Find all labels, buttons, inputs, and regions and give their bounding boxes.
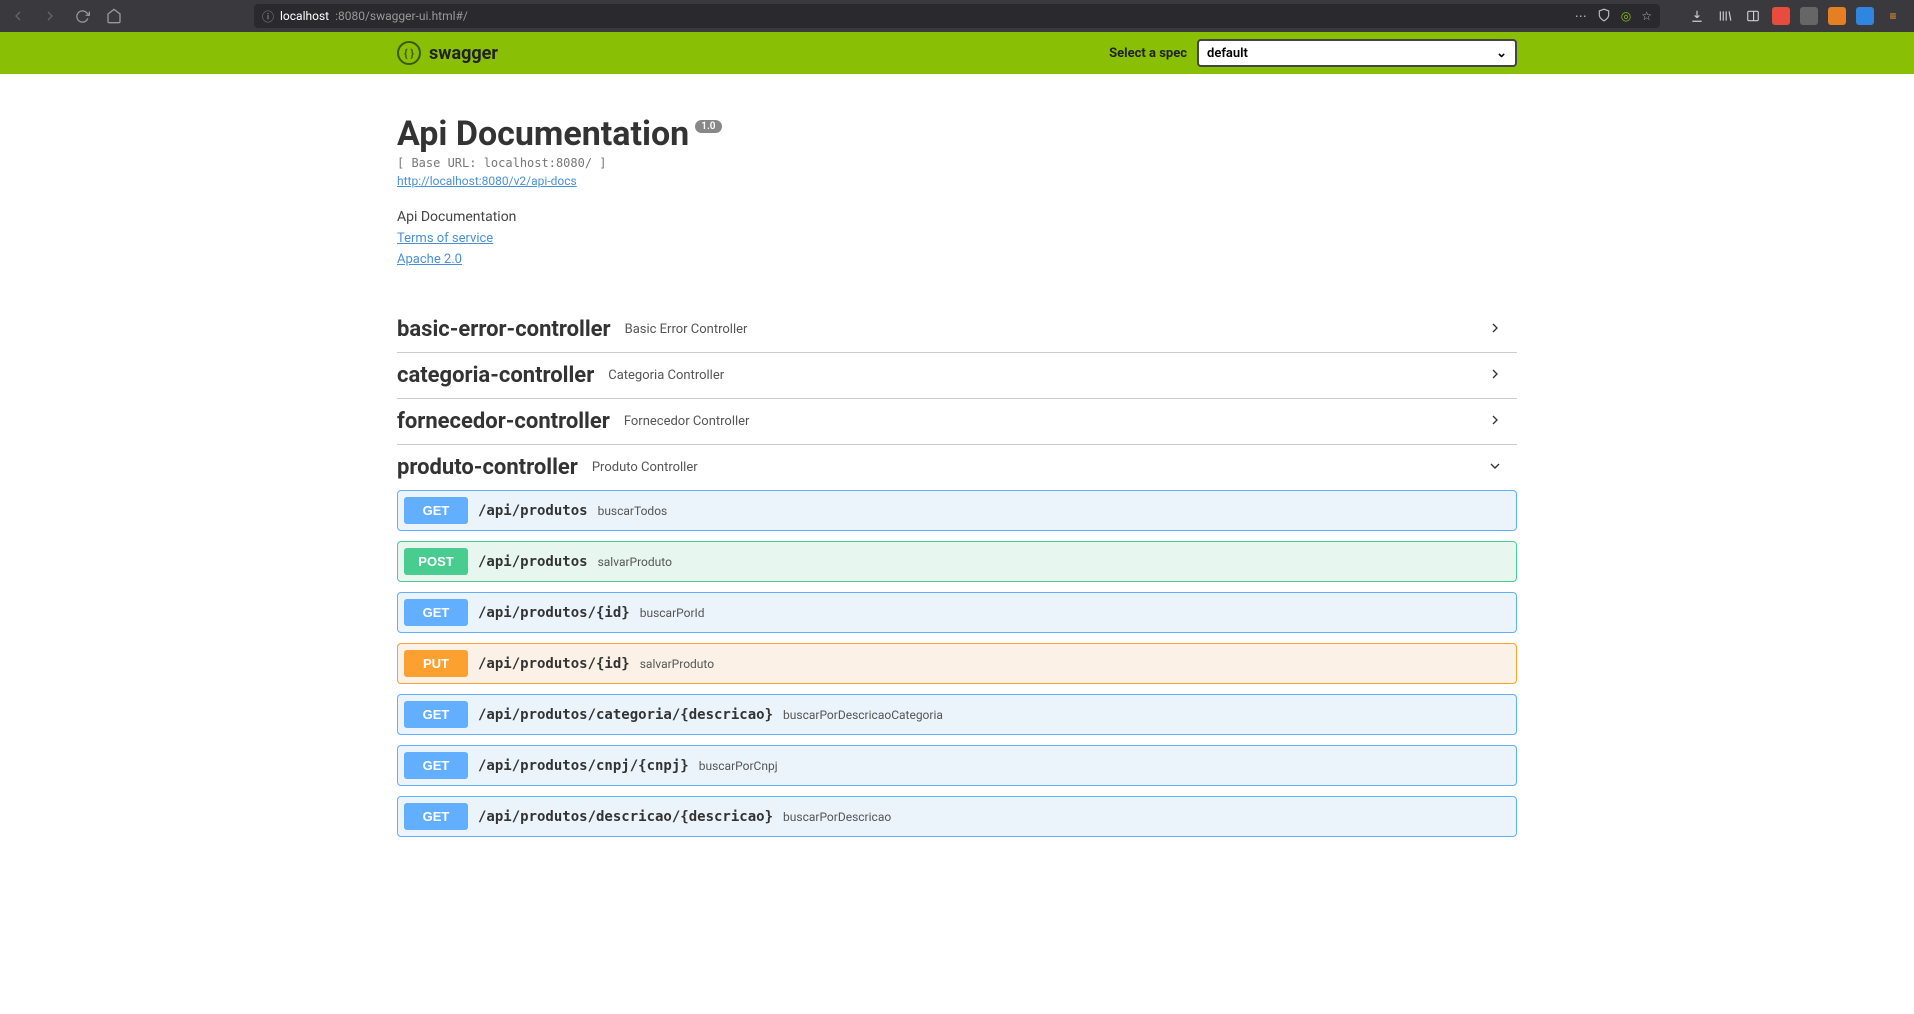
controller-name: fornecedor-controller [397, 409, 610, 434]
downloads-icon[interactable] [1688, 7, 1706, 25]
controller-section: basic-error-controller Basic Error Contro… [397, 307, 1517, 353]
reload-button[interactable] [70, 4, 94, 28]
operation-summary: buscarPorCnpj [699, 759, 778, 773]
swagger-logo[interactable]: { } swagger [397, 41, 498, 65]
shield-icon[interactable] [1597, 8, 1611, 25]
http-method-badge: GET [404, 803, 468, 830]
swagger-logo-icon: { } [397, 41, 421, 65]
controller-list: basic-error-controller Basic Error Contro… [397, 307, 1517, 847]
operation-summary: buscarPorId [640, 606, 705, 620]
ext-icon-4[interactable] [1856, 7, 1874, 25]
http-method-badge: POST [404, 548, 468, 575]
endpoint-path: /api/produtos/{id} [478, 656, 630, 672]
forward-button[interactable] [38, 4, 62, 28]
license-link[interactable]: Apache 2.0 [397, 252, 1517, 267]
controller-section: produto-controllerProduto ControllerGET/… [397, 445, 1517, 847]
controller-header[interactable]: categoria-controller Categoria Controller [397, 363, 1517, 388]
http-method-badge: GET [404, 497, 468, 524]
site-info-icon[interactable]: ⓘ [262, 8, 274, 25]
url-bar[interactable]: ⓘ localhost :8080/swagger-ui.html#/ ⋯ ◎ ☆ [254, 4, 1660, 28]
tos-link[interactable]: Terms of service [397, 231, 1517, 246]
controller-description: Basic Error Controller [625, 322, 748, 337]
toolbar-right: ≡ [1688, 7, 1908, 25]
api-description: Api Documentation [397, 209, 1517, 225]
sidebar-icon[interactable] [1744, 7, 1762, 25]
spec-selected: default [1207, 46, 1248, 61]
main-content: Api Documentation 1.0 [ Base URL: localh… [397, 74, 1517, 847]
operation-row[interactable]: GET/api/produtos/{id} buscarPorId [397, 592, 1517, 633]
url-path: :8080/swagger-ui.html#/ [335, 9, 468, 23]
ext-icon-2[interactable] [1800, 7, 1818, 25]
swagger-header: { } swagger Select a spec default ⌄ [0, 32, 1914, 74]
chevron-right-icon [1487, 412, 1517, 432]
ext-icon-1[interactable] [1772, 7, 1790, 25]
controller-name: categoria-controller [397, 363, 594, 388]
api-docs-link[interactable]: http://localhost:8080/v2/api-docs [397, 174, 577, 188]
operation-row[interactable]: POST/api/produtos salvarProduto [397, 541, 1517, 582]
endpoint-path: /api/produtos [478, 503, 588, 519]
operation-summary: buscarPorDescricao [783, 810, 891, 824]
operation-row[interactable]: GET/api/produtos/categoria/{descricao} bu… [397, 694, 1517, 735]
endpoint-path: /api/produtos/{id} [478, 605, 630, 621]
chevron-right-icon [1487, 366, 1517, 386]
controller-header[interactable]: produto-controller Produto Controller [397, 455, 1517, 480]
http-method-badge: PUT [404, 650, 468, 677]
menu-icon[interactable]: ≡ [1884, 7, 1902, 25]
swagger-brand: swagger [429, 43, 498, 64]
endpoint-path: /api/produtos/descricao/{descricao} [478, 809, 773, 825]
base-url: [ Base URL: localhost:8080/ ] [397, 156, 1517, 170]
library-icon[interactable] [1716, 7, 1734, 25]
chevron-down-icon [1487, 458, 1517, 478]
api-title: Api Documentation [397, 114, 689, 154]
operation-row[interactable]: GET/api/produtos/cnpj/{cnpj} buscarPorCnp… [397, 745, 1517, 786]
version-badge: 1.0 [695, 120, 721, 133]
http-method-badge: GET [404, 752, 468, 779]
star-icon[interactable]: ☆ [1641, 9, 1652, 23]
browser-toolbar: ⓘ localhost :8080/swagger-ui.html#/ ⋯ ◎ ☆… [0, 0, 1914, 32]
operation-row[interactable]: GET/api/produtos/descricao/{descricao} bu… [397, 796, 1517, 837]
back-button[interactable] [6, 4, 30, 28]
more-icon[interactable]: ⋯ [1575, 9, 1587, 23]
operation-summary: salvarProduto [598, 555, 672, 569]
chevron-down-icon: ⌄ [1496, 46, 1507, 61]
controller-description: Categoria Controller [608, 368, 724, 383]
controller-section: categoria-controller Categoria Controller [397, 353, 1517, 399]
controller-header[interactable]: basic-error-controller Basic Error Contro… [397, 317, 1517, 342]
controller-description: Fornecedor Controller [624, 414, 750, 429]
controller-section: fornecedor-controller Fornecedor Controll… [397, 399, 1517, 445]
operation-summary: salvarProduto [640, 657, 714, 671]
url-host: localhost [280, 9, 329, 23]
controller-header[interactable]: fornecedor-controller Fornecedor Controll… [397, 409, 1517, 434]
target-icon[interactable]: ◎ [1621, 9, 1631, 23]
operation-row[interactable]: GET/api/produtos buscarTodos [397, 490, 1517, 531]
endpoint-path: /api/produtos/cnpj/{cnpj} [478, 758, 689, 774]
http-method-badge: GET [404, 701, 468, 728]
operations-list: GET/api/produtos buscarTodos POST/api/prod… [397, 490, 1517, 837]
http-method-badge: GET [404, 599, 468, 626]
spec-label: Select a spec [1109, 46, 1187, 61]
controller-description: Produto Controller [592, 460, 698, 475]
endpoint-path: /api/produtos/categoria/{descricao} [478, 707, 773, 723]
controller-name: basic-error-controller [397, 317, 611, 342]
home-button[interactable] [102, 4, 126, 28]
chevron-right-icon [1487, 320, 1517, 340]
controller-name: produto-controller [397, 455, 578, 480]
operation-row[interactable]: PUT/api/produtos/{id} salvarProduto [397, 643, 1517, 684]
spec-select[interactable]: default ⌄ [1197, 39, 1517, 67]
ext-icon-3[interactable] [1828, 7, 1846, 25]
operation-summary: buscarTodos [598, 504, 668, 518]
operation-summary: buscarPorDescricaoCategoria [783, 708, 943, 722]
endpoint-path: /api/produtos [478, 554, 588, 570]
page-title: Api Documentation 1.0 [397, 114, 1517, 154]
